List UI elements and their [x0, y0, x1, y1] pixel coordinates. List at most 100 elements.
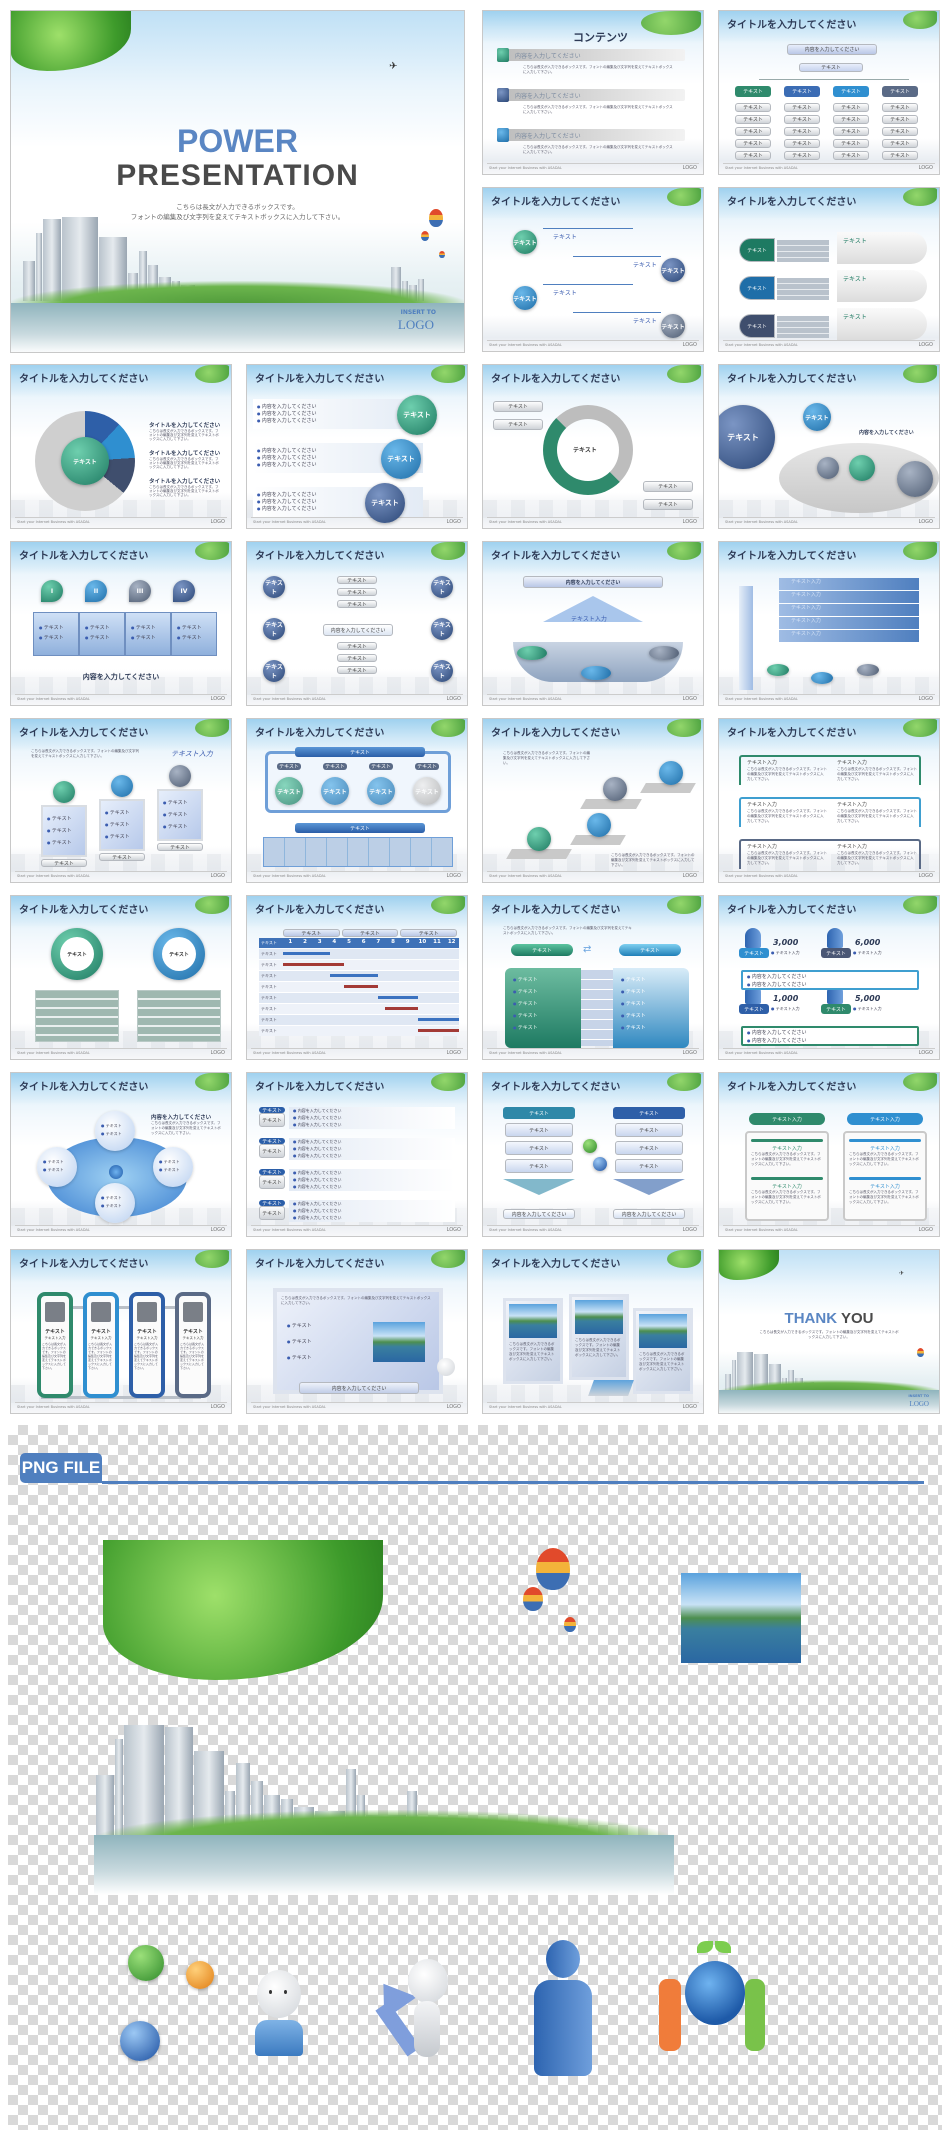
org-cell[interactable]: テキスト: [784, 103, 820, 112]
slide-funnel-panels[interactable]: タイトルを入力してください Start your Internet Busine…: [482, 1072, 704, 1237]
row-tab-teal[interactable]: テキスト: [739, 238, 775, 262]
contents-item[interactable]: 内容を入力してください: [497, 88, 685, 102]
slide-arrows-converge[interactable]: タイトルを入力してください Start your Internet Busine…: [246, 541, 468, 706]
org-cell[interactable]: テキスト: [833, 127, 869, 136]
btn-bar[interactable]: テキスト: [259, 1144, 285, 1158]
slide-semicircle-podium[interactable]: タイトルを入力してください Start your Internet Busine…: [482, 541, 704, 706]
btn-bar[interactable]: テキスト入力: [749, 1113, 825, 1125]
org-column-header[interactable]: テキスト: [735, 86, 771, 97]
org-cell[interactable]: テキスト: [735, 115, 771, 124]
btn-bar[interactable]: テキスト: [821, 948, 851, 958]
btn-bar[interactable]: 内容を入力してください: [323, 624, 393, 636]
slide-curved-panels[interactable]: タイトルを入力してください Start your Internet Busine…: [718, 541, 940, 706]
btn-bar[interactable]: テキスト: [505, 1123, 573, 1137]
btn-bar[interactable]: テキスト: [369, 763, 393, 770]
text-button[interactable]: テキスト: [493, 419, 543, 430]
slide-process-flow[interactable]: タイトルを入力してください Start your Internet Busine…: [246, 718, 468, 883]
org-cell[interactable]: テキスト: [833, 103, 869, 112]
btn-bar[interactable]: テキスト: [295, 823, 425, 833]
slide-oval-circles[interactable]: タイトルを入力してください Start your Internet Busine…: [10, 1072, 232, 1237]
text-button[interactable]: テキスト: [337, 654, 377, 662]
slide-tabbed-rows[interactable]: タイトルを入力してください テキスト テキスト テキスト テキスト テキスト テ…: [718, 187, 940, 352]
slide-text-boxes[interactable]: タイトルを入力してください Start your Internet Busine…: [718, 718, 940, 883]
slide-org-chart[interactable]: タイトルを入力してください 内容を入力してください テキスト Start you…: [718, 10, 940, 175]
org-cell[interactable]: テキスト: [882, 103, 918, 112]
slide-spheres-steps[interactable]: タイトルを入力してください テキスト テキスト テキスト テキスト テキスト テ…: [482, 187, 704, 352]
btn-bar[interactable]: テキスト入力: [847, 1113, 923, 1125]
slide-gantt[interactable]: タイトルを入力してください Start your Internet Busine…: [246, 895, 468, 1060]
btn-bar[interactable]: テキスト: [739, 948, 769, 958]
btn-bar[interactable]: テキスト: [615, 1159, 683, 1173]
org-cell[interactable]: テキスト: [833, 151, 869, 160]
slide-contents[interactable]: コンテンツ 内容を入力してください こちらは長文が入力できるボックスです。フォン…: [482, 10, 704, 175]
slide-monitor-frame[interactable]: タイトルを入力してください Start your Internet Busine…: [246, 1249, 468, 1414]
btn-bar[interactable]: テキスト: [295, 747, 425, 757]
btn-bar[interactable]: テキスト: [619, 944, 681, 956]
text-button[interactable]: テキスト: [337, 588, 377, 596]
org-column-header[interactable]: テキスト: [833, 86, 869, 97]
btn-bar[interactable]: テキスト: [615, 1141, 683, 1155]
slide-two-cards[interactable]: タイトルを入力してください Start your Internet Busine…: [718, 1072, 940, 1237]
btn-bar[interactable]: テキスト: [613, 1107, 685, 1119]
btn-bar[interactable]: テキスト: [415, 763, 439, 770]
btn-bar[interactable]: テキスト: [157, 843, 203, 851]
org-cell[interactable]: テキスト: [833, 139, 869, 148]
slide-bubbles-list[interactable]: タイトルを入力してください Start your Internet Busine…: [246, 364, 468, 529]
btn-bar[interactable]: テキスト: [821, 1004, 851, 1014]
org-cell[interactable]: テキスト: [735, 127, 771, 136]
slide-puzzle[interactable]: タイトルを入力してください Start your Internet Busine…: [10, 541, 232, 706]
btn-bar[interactable]: テキスト: [277, 763, 301, 770]
slide-glass-spheres[interactable]: タイトルを入力してください Start your Internet Busine…: [718, 364, 940, 529]
slide-ring-tables[interactable]: タイトルを入力してください Start your Internet Busine…: [10, 895, 232, 1060]
btn-bar[interactable]: テキスト: [323, 763, 347, 770]
slide-compare-panels[interactable]: タイトルを入力してください Start your Internet Busine…: [482, 895, 704, 1060]
org-cell[interactable]: テキスト: [882, 151, 918, 160]
slide-cover[interactable]: ✈ POWER PRESENTATION こちらは長文が入力できるボックスです。…: [10, 10, 465, 353]
btn-bar[interactable]: テキスト: [259, 1206, 285, 1220]
slide-vertical-flow[interactable]: タイトルを入力してください Start your Internet Busine…: [246, 1072, 468, 1237]
text-button[interactable]: テキスト: [337, 666, 377, 674]
org-cell[interactable]: テキスト: [735, 103, 771, 112]
org-cell[interactable]: テキスト: [735, 139, 771, 148]
slide-cycle-arrows[interactable]: タイトルを入力してください Start your Internet Busine…: [482, 364, 704, 529]
org-top-box[interactable]: 内容を入力してください: [787, 44, 877, 55]
slide-thankyou[interactable]: ✈ THANK YOU こちらは長文が入力できるボックスです。フォントの編集及び文字…: [718, 1249, 940, 1414]
slide-glass-cards[interactable]: タイトルを入力してください Start your Internet Busine…: [10, 718, 232, 883]
text-button[interactable]: テキスト: [643, 481, 693, 492]
org-column-header[interactable]: テキスト: [882, 86, 918, 97]
slide-donut[interactable]: タイトルを入力してください Start your Internet Busine…: [10, 364, 232, 529]
btn-bar[interactable]: テキスト: [505, 1141, 573, 1155]
org-second-box[interactable]: テキスト: [799, 63, 863, 72]
org-cell[interactable]: テキスト: [784, 139, 820, 148]
slide-four-pillars[interactable]: タイトルを入力してください Start your Internet Busine…: [10, 1249, 232, 1414]
btn-bar[interactable]: テキスト: [99, 853, 145, 861]
btn-bar[interactable]: テキスト: [615, 1123, 683, 1137]
contents-item[interactable]: 内容を入力してください: [497, 128, 685, 142]
btn-bar[interactable]: テキスト: [259, 1113, 285, 1127]
org-cell[interactable]: テキスト: [735, 151, 771, 160]
btn-bar[interactable]: テキスト: [511, 944, 573, 956]
row-tab-navy[interactable]: テキスト: [739, 314, 775, 338]
btn-bar[interactable]: テキスト: [505, 1159, 573, 1173]
row-tab-blue[interactable]: テキスト: [739, 276, 775, 300]
btn-bar[interactable]: テキスト: [259, 1175, 285, 1189]
contents-item[interactable]: 内容を入力してください: [497, 48, 685, 62]
slide-photo-frames[interactable]: タイトルを入力してください Start your Internet Busine…: [482, 1249, 704, 1414]
org-cell[interactable]: テキスト: [882, 115, 918, 124]
slide-stairs[interactable]: タイトルを入力してください Start your Internet Busine…: [482, 718, 704, 883]
org-cell[interactable]: テキスト: [833, 115, 869, 124]
text-button[interactable]: テキスト: [337, 642, 377, 650]
btn-bar[interactable]: 内容を入力してください: [503, 1209, 575, 1219]
btn-bar[interactable]: 内容を入力してください: [523, 576, 663, 588]
slide-stats[interactable]: タイトルを入力してください Start your Internet Busine…: [718, 895, 940, 1060]
org-cell[interactable]: テキスト: [784, 151, 820, 160]
btn-bar[interactable]: テキスト: [41, 859, 87, 867]
btn-bar[interactable]: テキスト: [739, 1004, 769, 1014]
org-cell[interactable]: テキスト: [784, 127, 820, 136]
org-cell[interactable]: テキスト: [882, 139, 918, 148]
org-cell[interactable]: テキスト: [784, 115, 820, 124]
text-button[interactable]: テキスト: [643, 499, 693, 510]
text-button[interactable]: テキスト: [493, 401, 543, 412]
org-column-header[interactable]: テキスト: [784, 86, 820, 97]
org-cell[interactable]: テキスト: [882, 127, 918, 136]
